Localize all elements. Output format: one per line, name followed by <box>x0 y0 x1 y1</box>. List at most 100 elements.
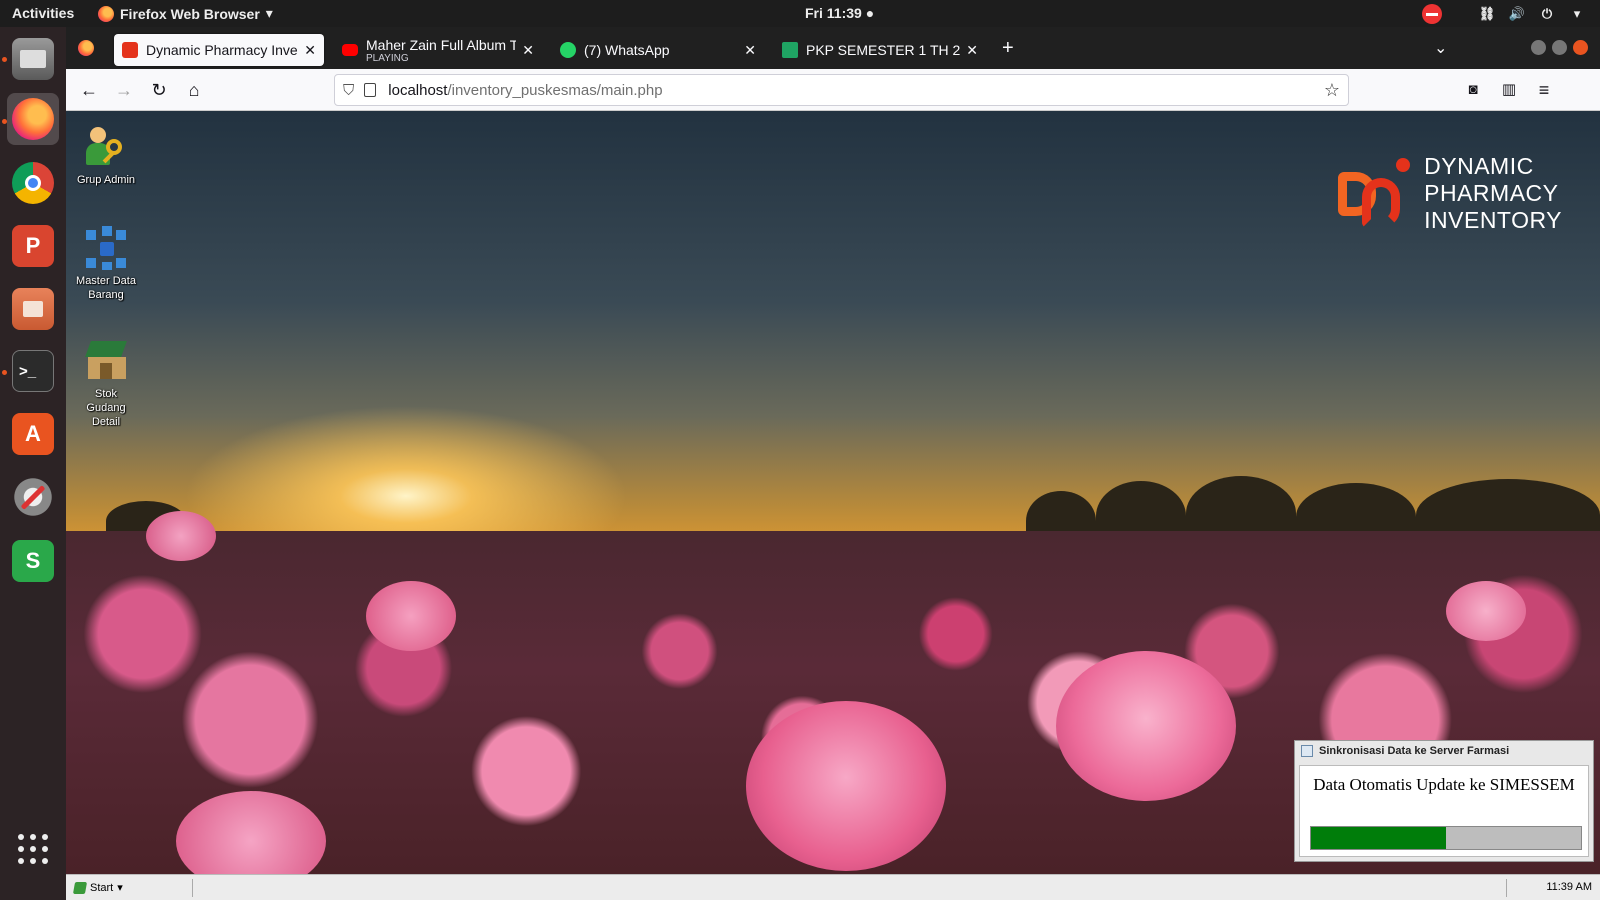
bottom-taskbar: Start ▾ 11:39 AM <box>66 874 1600 900</box>
activities-button[interactable]: Activities <box>12 5 74 21</box>
desktop-icon-label: Master Data Barang <box>76 275 136 301</box>
desktop-icon-label: Stok Gudang Detail <box>86 388 126 428</box>
taskbar-clock: 11:39 AM <box>1546 881 1592 893</box>
list-all-tabs-chevron-icon[interactable]: ⌄ <box>1434 38 1447 58</box>
wps-presentation-icon: P <box>12 225 54 267</box>
dock-firefox[interactable] <box>7 93 59 145</box>
desktop-icon-master-data-barang[interactable]: Master Data Barang <box>76 226 136 302</box>
warehouse-icon <box>84 339 128 383</box>
dpi-logo: DYNAMIC PHARMACY INVENTORY <box>1338 153 1562 234</box>
firefox-icon <box>12 98 54 140</box>
dock-software-center[interactable]: A <box>7 408 59 460</box>
hamburger-menu-icon[interactable]: ≡ <box>1533 79 1555 101</box>
home-icon[interactable]: ⌂ <box>183 79 205 101</box>
url-bar[interactable]: ⛉ localhost /inventory_puskesmas/main.ph… <box>334 74 1349 106</box>
sync-dialog-titlebar[interactable]: Sinkronisasi Data ke Server Farmasi <box>1295 741 1593 761</box>
maximize-icon[interactable] <box>1552 40 1567 55</box>
firefox-icon <box>98 5 114 22</box>
firefox-view-icon[interactable] <box>78 40 94 56</box>
url-host: localhost <box>388 81 448 99</box>
dock-file-manager[interactable] <box>7 283 59 335</box>
sync-progress-fill <box>1311 827 1446 849</box>
desktop-icon-grup-admin[interactable]: Grup Admin <box>76 125 136 187</box>
start-button[interactable]: Start ▾ <box>72 881 123 894</box>
sync-dialog-title: Sinkronisasi Data ke Server Farmasi <box>1319 745 1510 757</box>
admin-key-icon <box>84 125 128 169</box>
logo-text: DYNAMIC PHARMACY INVENTORY <box>1424 153 1562 234</box>
close-tab-icon[interactable]: ✕ <box>298 42 316 59</box>
network-nodes-icon <box>84 226 128 270</box>
nav-bar: ← → ↻ ⌂ ⛉ localhost /inventory_puskesmas… <box>66 69 1600 111</box>
chevron-down-icon: ▾ <box>1573 6 1581 21</box>
file-manager-icon <box>12 288 54 330</box>
dropdown-arrow-icon: ▾ <box>117 882 123 894</box>
window-controls <box>1531 40 1588 55</box>
reload-icon[interactable]: ↻ <box>148 79 170 101</box>
tab-title: Dynamic Pharmacy Inventory <box>146 42 298 58</box>
shield-icon[interactable]: ⛉ <box>343 82 354 99</box>
close-tab-icon[interactable]: ✕ <box>738 42 756 59</box>
back-arrow-icon[interactable]: ← <box>78 79 100 101</box>
desktop-icon-stok-gudang-detail[interactable]: Stok Gudang Detail <box>76 339 136 429</box>
tab-pkp-semester[interactable]: PKP SEMESTER 1 TH 2023 ✕ <box>774 34 986 66</box>
logo-line: INVENTORY <box>1424 207 1562 233</box>
close-tab-icon[interactable]: ✕ <box>516 42 534 59</box>
page-icon[interactable] <box>364 83 377 97</box>
dock-files[interactable] <box>7 33 59 85</box>
wps-spreadsheet-icon: S <box>12 540 54 582</box>
whatsapp-icon <box>560 42 576 58</box>
divider <box>1506 879 1507 897</box>
desktop-icon-label: Grup Admin <box>76 174 136 186</box>
dock-wps-presentation[interactable]: P <box>7 220 59 272</box>
divider <box>192 879 193 897</box>
start-icon <box>72 881 88 894</box>
tab-playing-label: PLAYING <box>366 52 409 64</box>
volume-icon: 🔊 <box>1508 6 1526 21</box>
chrome-icon <box>12 162 54 204</box>
dock-chrome[interactable] <box>7 157 59 209</box>
settings-icon <box>12 476 54 518</box>
sync-message: Data Otomatis Update ke SIMESSEM <box>1313 775 1575 794</box>
logo-line: PHARMACY <box>1424 180 1559 206</box>
dropdown-arrow-icon: ▾ <box>265 5 273 21</box>
dock-wps-spreadsheet[interactable]: S <box>7 535 59 587</box>
window-icon <box>1301 745 1313 757</box>
dpi-favicon-icon <box>122 42 138 58</box>
system-status-area[interactable]: ⛓ 🔊 ⏻ ▾ <box>1422 4 1586 24</box>
app-menu[interactable]: Firefox Web Browser ▾ <box>98 5 273 22</box>
app-menu-label: Firefox Web Browser <box>120 5 260 22</box>
tab-maher-zain[interactable]: Maher Zain Full Album Te PLAYING ✕ <box>334 34 542 66</box>
start-label: Start <box>90 881 114 894</box>
forward-arrow-icon[interactable]: → <box>113 79 135 101</box>
minimize-icon[interactable] <box>1531 40 1546 55</box>
close-window-icon[interactable] <box>1573 40 1588 55</box>
new-tab-plus-icon[interactable]: + <box>1002 37 1014 60</box>
tab-title: Maher Zain Full Album Te <box>366 36 517 53</box>
clock[interactable]: Fri 11:39 ● <box>805 5 874 21</box>
dock: P >_ A S <box>0 27 66 900</box>
youtube-icon <box>342 44 358 56</box>
dock-terminal[interactable]: >_ <box>7 345 59 397</box>
show-apps-icon <box>18 834 48 864</box>
sync-progress-bar <box>1310 826 1582 850</box>
tab-title: PKP SEMESTER 1 TH 2023 <box>806 42 961 58</box>
terminal-icon: >_ <box>12 350 54 392</box>
sheets-icon <box>782 42 798 58</box>
power-icon: ⏻ <box>1541 6 1553 21</box>
show-applications-button[interactable] <box>7 823 59 875</box>
dpi-logo-mark <box>1338 157 1412 230</box>
sync-dialog-body: Data Otomatis Update ke SIMESSEM <box>1299 765 1589 857</box>
bookmark-star-icon[interactable]: ☆ <box>1324 80 1340 101</box>
sync-dialog: Sinkronisasi Data ke Server Farmasi Data… <box>1294 740 1594 862</box>
tab-dynamic-pharmacy[interactable]: Dynamic Pharmacy Inventory ✕ <box>114 34 324 66</box>
pocket-icon[interactable]: ◙ <box>1462 79 1484 101</box>
software-center-icon: A <box>12 413 54 455</box>
tab-title: (7) WhatsApp <box>584 42 670 58</box>
close-tab-icon[interactable]: ✕ <box>960 42 978 59</box>
tab-whatsapp[interactable]: (7) WhatsApp ✕ <box>552 34 764 66</box>
logo-line: DYNAMIC <box>1424 153 1534 179</box>
files-icon <box>12 38 54 80</box>
dock-settings[interactable] <box>7 471 59 523</box>
sidebar-icon[interactable]: ▥ <box>1498 79 1520 101</box>
do-not-disturb-icon[interactable] <box>1422 4 1442 24</box>
